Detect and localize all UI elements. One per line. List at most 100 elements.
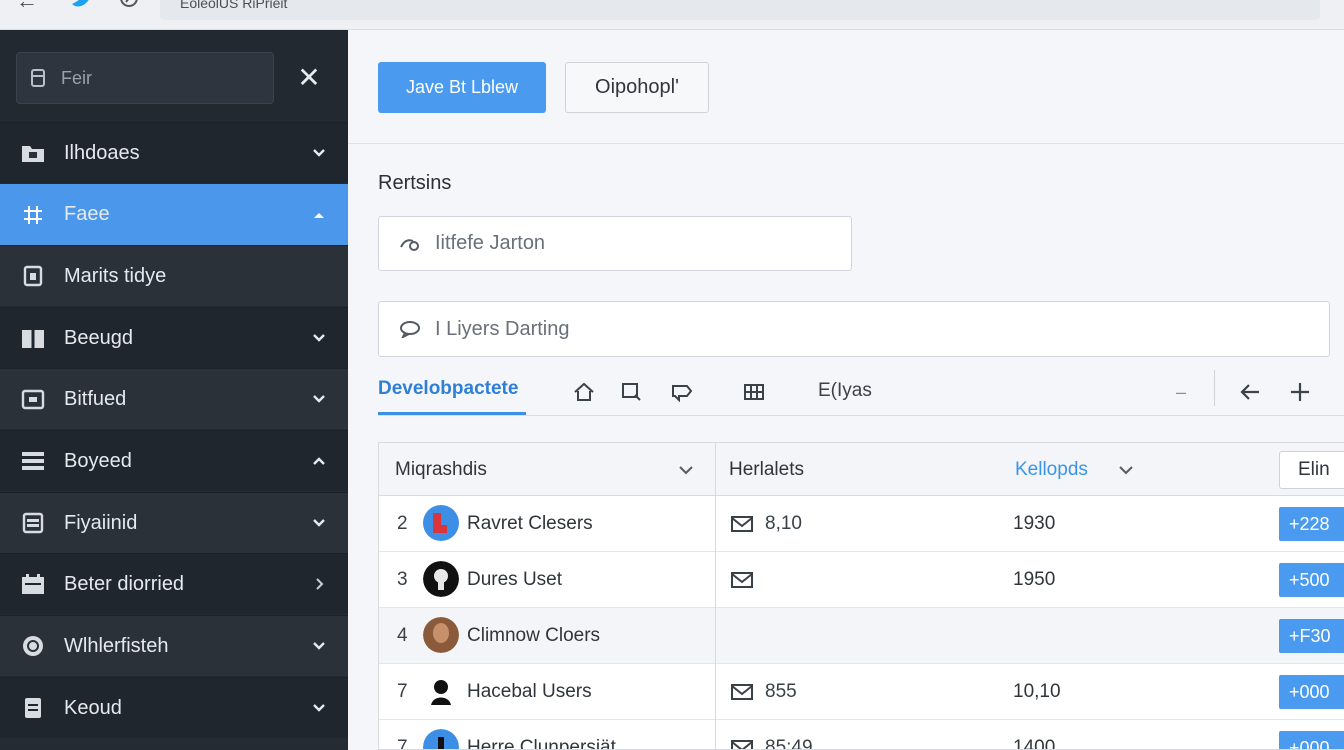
sidebar-item-label: Wlhlerfisteh — [64, 634, 169, 657]
chevron-down-icon[interactable] — [1115, 459, 1137, 481]
sidebar-item-faee[interactable]: Faee — [0, 184, 348, 245]
comment-icon — [399, 319, 421, 339]
user-name: Herre Clunpersiät — [467, 737, 616, 750]
sidebar: Feir ✕ Ilhdoaes Faee Marits tidye Beeugd — [0, 30, 348, 750]
chevron-right-icon — [308, 573, 330, 595]
column-header-kellopds[interactable]: Kellopds — [1015, 459, 1088, 481]
minus-icon[interactable]: – — [1176, 382, 1186, 403]
sidebar-item-marits-tidye[interactable]: Marits tidye — [0, 245, 348, 306]
status-badge[interactable]: +500 — [1279, 563, 1344, 597]
row-value: 1930 — [1013, 513, 1056, 534]
column-header-herlalets[interactable]: Herlalets — [729, 459, 804, 481]
tab-active-indicator — [378, 412, 526, 415]
section-title: Rertsins — [378, 172, 452, 194]
folder-icon — [20, 141, 46, 165]
sidebar-item-beeugd[interactable]: Beeugd — [0, 307, 348, 368]
row-number: 7 — [397, 681, 408, 702]
column-header-miqrashdis[interactable]: Miqrashdis — [395, 459, 487, 481]
plus-icon[interactable] — [1288, 380, 1312, 404]
row-number: 3 — [397, 569, 408, 590]
globe-icon — [20, 634, 46, 658]
sidebar-item-bitfued[interactable]: Bitfued — [0, 368, 348, 429]
avatar — [423, 673, 459, 709]
row-value: 10,10 — [1013, 681, 1061, 702]
users-table: Miqrashdis Herlalets Kellopds Elin 2 Rav… — [378, 442, 1344, 750]
sidebar-item-label: Marits tidye — [64, 264, 167, 287]
primary-action-button[interactable]: Jave Bt Lblew — [378, 62, 546, 113]
search-input[interactable]: Iitfefe Jarton — [378, 216, 852, 271]
sidebar-search-placeholder: Feir — [61, 67, 92, 88]
chevron-up-icon — [308, 204, 330, 226]
secondary-action-button[interactable]: Oipohopl' — [565, 62, 709, 113]
mail-icon — [731, 571, 753, 589]
row-number: 2 — [397, 513, 408, 534]
row-number: 4 — [397, 625, 408, 646]
sidebar-item-label: Bitfued — [64, 387, 127, 410]
document-icon — [31, 69, 47, 87]
back-arrow-icon[interactable]: ← — [12, 0, 42, 13]
row-mail-value: 85:49 — [765, 737, 813, 750]
table-row[interactable]: 3 Dures Uset 1950 +500 — [379, 552, 1344, 608]
sidebar-item-wlhlerfisteh[interactable]: Wlhlerfisteh — [0, 615, 348, 676]
sidebar-item-label: Ilhdoaes — [64, 141, 140, 164]
column-header-elin-button[interactable]: Elin — [1279, 451, 1344, 489]
column-divider — [715, 443, 716, 749]
sidebar-item-fiyaiinid[interactable]: Fiyaiinid — [0, 492, 348, 553]
sidebar-item-boyeed[interactable]: Boyeed — [0, 430, 348, 491]
status-badge[interactable]: +000 — [1279, 675, 1344, 709]
sidebar-item-keoud[interactable]: Keoud — [0, 677, 348, 738]
chevron-up-icon — [308, 450, 330, 472]
gift-icon — [20, 326, 46, 350]
chevron-down-icon — [308, 388, 330, 410]
sidebar-search-input[interactable]: Feir — [16, 52, 274, 104]
sidebar-item-ilhdoaes[interactable]: Ilhdoaes — [0, 122, 348, 183]
user-name: Ravret Clesers — [467, 513, 593, 534]
users-filter-input[interactable]: I Liyers Darting — [378, 301, 1330, 357]
grid-icon — [20, 203, 46, 227]
calendar-icon — [20, 572, 46, 596]
avatar — [423, 617, 459, 653]
table-row[interactable]: 2 Ravret Clesers 8,10 1930 +228 — [379, 496, 1344, 552]
user-name: Hacebal Users — [467, 681, 592, 702]
sidebar-item-label: Beter diorried — [64, 572, 185, 595]
search-icon — [399, 234, 421, 254]
address-bar[interactable]: EoleolUS RiPrieit — [160, 0, 1320, 20]
avatar — [423, 505, 459, 541]
status-badge[interactable]: +000 — [1279, 731, 1344, 749]
status-badge[interactable]: +228 — [1279, 507, 1344, 541]
tab-eiyas[interactable]: E(Iyas — [818, 380, 872, 402]
bird-icon[interactable] — [66, 0, 96, 12]
sidebar-search-row: Feir ✕ — [0, 30, 348, 122]
inbox-icon — [20, 387, 46, 411]
back-arrow-icon[interactable] — [1238, 380, 1262, 404]
sidebar-item-beter-diorried[interactable]: Beter diorried — [0, 553, 348, 614]
mail-icon — [731, 515, 753, 533]
user-name: Climnow Cloers — [467, 625, 601, 646]
mail-icon — [731, 739, 753, 749]
row-value: 1950 — [1013, 569, 1056, 590]
main-toolbar: Jave Bt Lblew Oipohopl' — [348, 30, 1344, 144]
sidebar-item-label: Fiyaiinid — [64, 511, 138, 534]
avatar — [423, 561, 459, 597]
tag-icon[interactable] — [670, 380, 694, 404]
comment-icon[interactable] — [620, 380, 644, 404]
list-icon — [20, 449, 46, 473]
home-icon[interactable] — [572, 380, 596, 404]
table-row[interactable]: 4 Climnow Cloers +F30 — [379, 608, 1344, 664]
file-icon — [20, 511, 46, 535]
close-icon[interactable]: ✕ — [294, 64, 324, 94]
sidebar-item-label: Beeugd — [64, 326, 133, 349]
sidebar-item-label: Boyeed — [64, 449, 132, 472]
search-input-text: Iitfefe Jarton — [435, 232, 546, 254]
status-badge[interactable]: +F30 — [1279, 619, 1344, 653]
row-value: 1400 — [1013, 737, 1056, 750]
clipboard-icon — [20, 696, 46, 720]
grid-view-icon[interactable] — [742, 380, 766, 404]
chevron-down-icon[interactable] — [675, 459, 697, 481]
table-row[interactable]: 7 Hacebal Users 855 10,10 +000 — [379, 664, 1344, 720]
table-row[interactable]: 7 Herre Clunpersiät 85:49 1400 +000 — [379, 720, 1344, 750]
tab-bar: Develobpactete E(Iyas – — [378, 370, 1344, 416]
tab-develobpactete[interactable]: Develobpactete — [378, 378, 518, 400]
compass-icon[interactable] — [116, 0, 142, 8]
chevron-down-icon — [308, 327, 330, 349]
